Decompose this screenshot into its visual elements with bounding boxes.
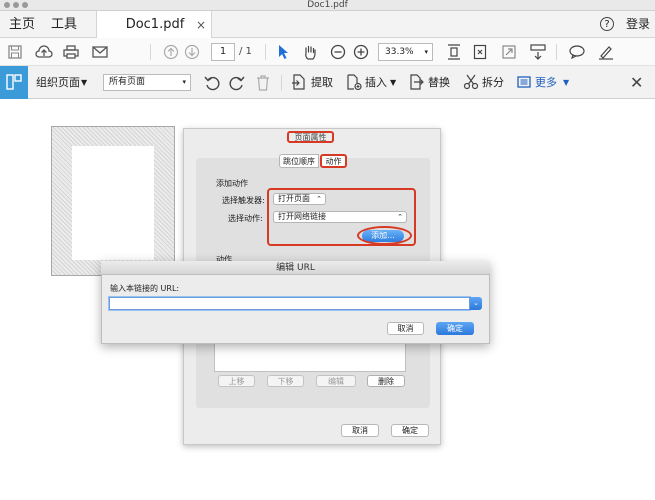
tab-tab-order[interactable]: 跳位顺序 [279,154,319,168]
close-tab-icon[interactable]: × [196,11,206,39]
page-range-select[interactable]: 所有页面 ▾ [103,74,191,91]
page-thumbnail[interactable] [72,146,154,260]
edit-button[interactable]: 编辑 [316,375,356,387]
toolbar-divider [265,44,266,60]
split-label[interactable]: 拆分 [482,66,504,99]
trigger-label: 选择触发器: [222,196,265,205]
page-number-input[interactable]: 1 [211,43,235,61]
move-down-button[interactable]: 下移 [267,375,304,387]
insert-icon[interactable] [346,74,362,93]
zoom-in-icon[interactable] [350,38,372,66]
organize-pages-title[interactable]: 组织页面 [36,66,80,99]
insert-label[interactable]: 插入 [365,66,387,99]
page-range-value: 所有页面 [109,77,146,87]
mail-icon[interactable] [89,38,111,66]
login-link[interactable]: 登录 [626,11,650,38]
url-input[interactable] [109,297,470,310]
chevron-down-icon: ▾ [182,78,186,86]
zoom-value: 33.3% [385,47,414,57]
rotate-view-icon[interactable] [469,38,491,66]
url-prompt-label: 输入本链接的 URL: [110,284,180,293]
highlight-ring [357,226,412,245]
rotate-right-icon[interactable] [229,75,245,94]
hand-tool-icon[interactable] [299,38,321,66]
tab-document[interactable]: Doc1.pdf × [96,11,212,39]
zoom-select[interactable]: 33.3% ▾ [378,43,433,61]
toolbar-divider [556,44,557,60]
main-toolbar: 1 / 1 33.3% ▾ [0,38,655,66]
save-icon[interactable] [4,38,26,66]
highlight-pen-icon[interactable] [595,38,617,66]
move-up-button[interactable]: 上移 [218,375,255,387]
toolbar-divider [281,75,282,91]
page-total: / 1 [239,46,252,57]
chevron-down-icon[interactable]: ▼ [563,66,569,99]
replace-icon[interactable] [409,74,425,93]
fit-page-icon[interactable] [443,38,465,66]
action-type-label: 选择动作: [228,214,263,223]
window-title: Doc1.pdf [307,0,348,10]
help-icon[interactable]: ? [600,17,614,31]
previous-page-icon[interactable] [160,38,182,66]
edit-url-title: 编辑 URL [276,263,315,273]
chevron-down-icon[interactable]: ▼ [390,66,396,99]
tab-home[interactable]: 主页 [9,11,35,38]
select-cursor-icon[interactable] [272,38,294,66]
chevron-down-icon[interactable]: ▼ [81,66,87,99]
chevron-down-icon: ▾ [424,48,428,56]
tab-tools[interactable]: 工具 [51,11,77,38]
more-icon[interactable] [517,76,531,91]
cloud-upload-icon[interactable] [33,38,55,66]
replace-label[interactable]: 替换 [428,66,450,99]
rotate-left-icon[interactable] [204,75,220,94]
url-cancel-button[interactable]: 取消 [387,322,424,335]
close-icon[interactable]: ✕ [630,66,643,99]
page-properties-title: 页面属性 [287,131,334,143]
delete-button[interactable]: 删除 [367,375,405,387]
extract-label[interactable]: 提取 [311,66,333,99]
full-screen-icon[interactable] [498,38,520,66]
url-ok-button[interactable]: 确定 [436,322,474,335]
chevron-down-icon[interactable]: ⌄ [470,297,482,310]
ok-button[interactable]: 确定 [391,424,429,437]
tab-actions[interactable]: 动作 [320,154,347,168]
tab-bar: 主页 工具 Doc1.pdf × ? 登录 [0,11,655,39]
zoom-out-icon[interactable] [327,38,349,66]
actions-list[interactable] [214,340,406,372]
split-scissors-icon[interactable] [463,74,479,93]
extract-icon[interactable] [291,74,306,93]
comment-icon[interactable] [566,38,588,66]
add-action-heading: 添加动作 [216,179,248,188]
print-icon[interactable] [60,38,82,66]
organize-toolbar: 组织页面 ▼ 所有页面 ▾ 提取 插入 ▼ 替换 拆分 更多 ▼ ✕ [0,66,655,99]
toolbar-divider [150,44,151,60]
next-page-icon[interactable] [181,38,203,66]
more-label[interactable]: 更多 [535,66,557,99]
delete-page-icon[interactable] [256,75,270,94]
organize-pages-icon[interactable] [0,66,28,99]
cancel-button[interactable]: 取消 [341,424,379,437]
scroll-mode-icon[interactable] [527,38,549,66]
